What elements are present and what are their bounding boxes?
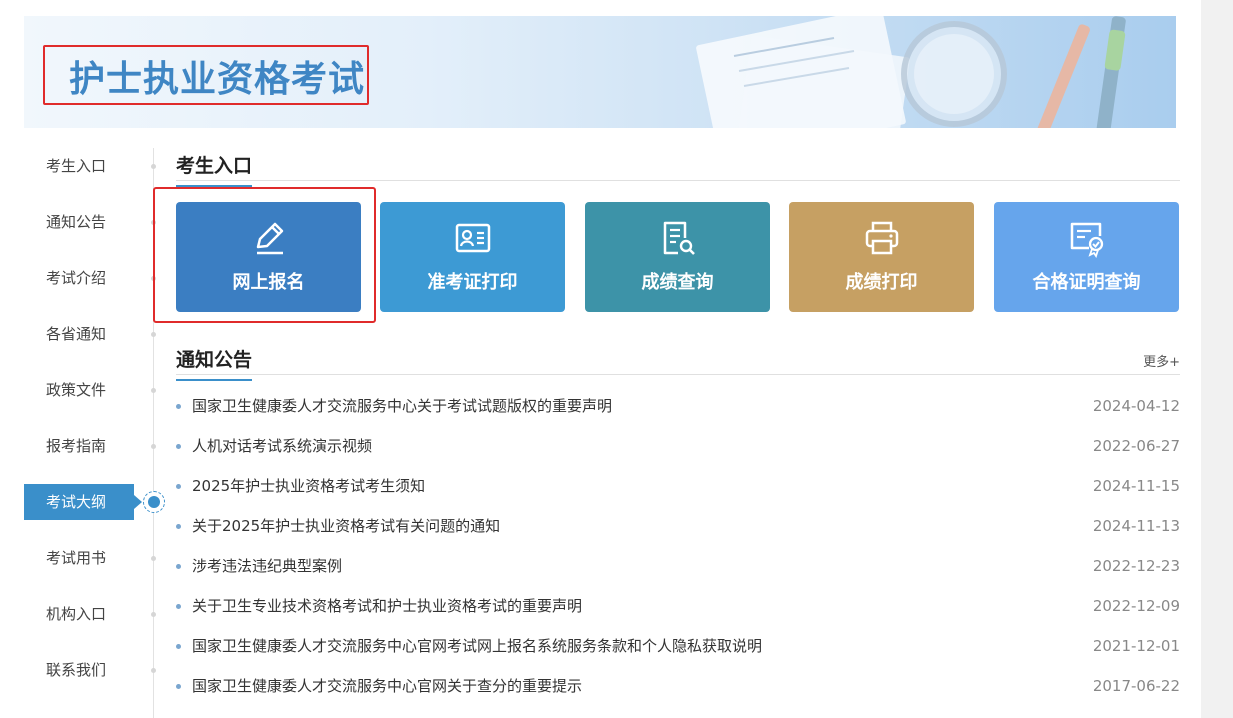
notice-title[interactable]: 涉考违法违纪典型案例: [192, 546, 342, 586]
sidebar-item-province-notices[interactable]: 各省通知: [24, 316, 134, 352]
timeline-dot: [151, 556, 156, 561]
notice-title[interactable]: 关于2025年护士执业资格考试有关问题的通知: [192, 506, 500, 546]
notice-date: 2021-12-01: [1092, 637, 1180, 655]
notices-section-title: 通知公告: [176, 345, 253, 381]
banner-illustration: [696, 16, 1126, 128]
sidebar-item-exam-books[interactable]: 考试用书: [24, 540, 134, 576]
timeline-dot: [151, 612, 156, 617]
bullet-icon: [176, 444, 181, 449]
bullet-icon: [176, 524, 181, 529]
admission-ticket-print-button[interactable]: 准考证打印: [380, 202, 565, 312]
score-print-button[interactable]: 成绩打印: [789, 202, 974, 312]
tile-label: 成绩查询: [641, 272, 714, 293]
notice-title[interactable]: 国家卫生健康委人才交流服务中心关于考试试题版权的重要声明: [192, 386, 612, 426]
sidebar-item-notices[interactable]: 通知公告: [24, 204, 134, 240]
list-item[interactable]: 国家卫生健康委人才交流服务中心官网关于查分的重要提示 2017-06-22: [176, 666, 1180, 706]
bullet-icon: [176, 604, 181, 609]
score-query-button[interactable]: 成绩查询: [585, 202, 770, 312]
notice-date: 2024-11-13: [1092, 517, 1180, 535]
notice-date: 2022-12-23: [1092, 557, 1180, 575]
bullet-icon: [176, 484, 181, 489]
printer-icon: [865, 221, 899, 255]
timeline-dot: [151, 444, 156, 449]
list-item[interactable]: 国家卫生健康委人才交流服务中心官网考试网上报名系统服务条款和个人隐私获取说明 2…: [176, 626, 1180, 666]
timeline-dot: [151, 332, 156, 337]
title-highlight-box: [43, 45, 369, 105]
document-search-icon: [663, 221, 695, 255]
registration-highlight-box: [153, 187, 376, 323]
page-scrollbar[interactable]: [1201, 0, 1233, 718]
notice-date: 2024-11-15: [1092, 477, 1180, 495]
list-item[interactable]: 人机对话考试系统演示视频 2022-06-27: [176, 426, 1180, 466]
timeline-active-dot: [143, 491, 165, 513]
notice-date: 2017-06-22: [1092, 677, 1180, 695]
notice-date: 2022-12-09: [1092, 597, 1180, 615]
timeline-dot: [151, 164, 156, 169]
sidebar-item-contact-us[interactable]: 联系我们: [24, 652, 134, 688]
bullet-icon: [176, 564, 181, 569]
more-link[interactable]: 更多+: [1143, 351, 1180, 370]
certificate-icon: [1070, 222, 1104, 258]
notice-title[interactable]: 人机对话考试系统演示视频: [192, 426, 372, 466]
timeline-dot: [151, 388, 156, 393]
bullet-icon: [176, 684, 181, 689]
notice-title[interactable]: 国家卫生健康委人才交流服务中心官网考试网上报名系统服务条款和个人隐私获取说明: [192, 626, 762, 666]
notice-title[interactable]: 国家卫生健康委人才交流服务中心官网关于查分的重要提示: [192, 666, 582, 706]
entry-section-title: 考生入口: [176, 151, 253, 187]
list-item[interactable]: 关于2025年护士执业资格考试有关问题的通知 2024-11-13: [176, 506, 1180, 546]
certificate-query-button[interactable]: 合格证明查询: [994, 202, 1179, 312]
notice-title[interactable]: 关于卫生专业技术资格考试和护士执业资格考试的重要声明: [192, 586, 582, 626]
tile-label: 准考证打印: [427, 272, 518, 293]
list-item[interactable]: 国家卫生健康委人才交流服务中心关于考试试题版权的重要声明 2024-04-12: [176, 386, 1180, 426]
sidebar-item-exam-intro[interactable]: 考试介绍: [24, 260, 134, 296]
sidebar-item-candidate-entry[interactable]: 考生入口: [24, 148, 134, 184]
sidebar-item-institution-entry[interactable]: 机构入口: [24, 596, 134, 632]
notice-title[interactable]: 2025年护士执业资格考试考生须知: [192, 466, 425, 506]
notice-date: 2024-04-12: [1092, 397, 1180, 415]
list-item[interactable]: 关于卫生专业技术资格考试和护士执业资格考试的重要声明 2022-12-09: [176, 586, 1180, 626]
list-item[interactable]: 2025年护士执业资格考试考生须知 2024-11-15: [176, 466, 1180, 506]
sidebar-item-exam-syllabus[interactable]: 考试大纲: [24, 484, 142, 520]
entry-section-header: 考生入口: [176, 147, 1180, 187]
list-item[interactable]: 涉考违法违纪典型案例 2022-12-23: [176, 546, 1180, 586]
notices-section-header: 通知公告 更多+: [176, 341, 1180, 381]
sidebar-item-policy-docs[interactable]: 政策文件: [24, 372, 134, 408]
timeline-dot: [151, 668, 156, 673]
tile-label: 成绩打印: [845, 272, 918, 293]
site-banner: 护士执业资格考试: [24, 16, 1176, 128]
bullet-icon: [176, 404, 181, 409]
id-card-icon: [455, 223, 491, 253]
bullet-icon: [176, 644, 181, 649]
sidebar-item-registration-guide[interactable]: 报考指南: [24, 428, 134, 464]
notice-date: 2022-06-27: [1092, 437, 1180, 455]
tile-label: 合格证明查询: [1032, 272, 1141, 293]
